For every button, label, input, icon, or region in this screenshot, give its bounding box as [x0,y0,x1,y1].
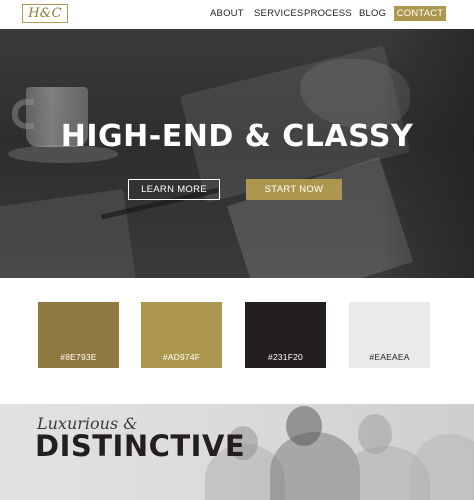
hero-section: HIGH-END & CLASSY LEARN MORE START NOW [0,29,474,278]
contact-button-label: CONTACT [396,8,444,19]
nav-item-services[interactable]: SERVICES [254,8,303,19]
hero-title: HIGH-END & CLASSY [60,119,414,154]
banner-title: DISTINCTIVE [35,429,246,463]
swatch-label: #231F20 [268,352,303,362]
swatch-gold-dark: #8E793E [38,302,119,368]
learn-more-label: LEARN MORE [141,184,207,195]
swatch-label: #AD974F [162,352,201,362]
swatch-label: #8E793E [60,352,97,362]
distinctive-banner: Luxurious & DISTINCTIVE [0,404,474,500]
swatch-label: #EAEAEA [369,352,410,362]
banner-background-person [410,434,474,500]
learn-more-button[interactable]: LEARN MORE [128,179,220,200]
swatch-gold: #AD974F [141,302,222,368]
nav-item-blog[interactable]: BLOG [359,8,386,19]
swatch-charcoal: #231F20 [245,302,326,368]
contact-button[interactable]: CONTACT [394,6,446,21]
start-now-label: START NOW [264,184,324,195]
site-header: H&C ABOUT SERVICES PROCESS BLOG CONTACT [0,0,474,29]
banner-background-head [358,414,392,454]
logo[interactable]: H&C [22,4,68,23]
nav-item-about[interactable]: ABOUT [210,8,244,19]
hero-background-laptop [0,188,136,278]
swatch-light-gray: #EAEAEA [349,302,430,368]
logo-text: H&C [28,6,62,21]
start-now-button[interactable]: START NOW [246,179,342,200]
banner-background-head [286,406,322,446]
nav-item-process[interactable]: PROCESS [304,8,352,19]
